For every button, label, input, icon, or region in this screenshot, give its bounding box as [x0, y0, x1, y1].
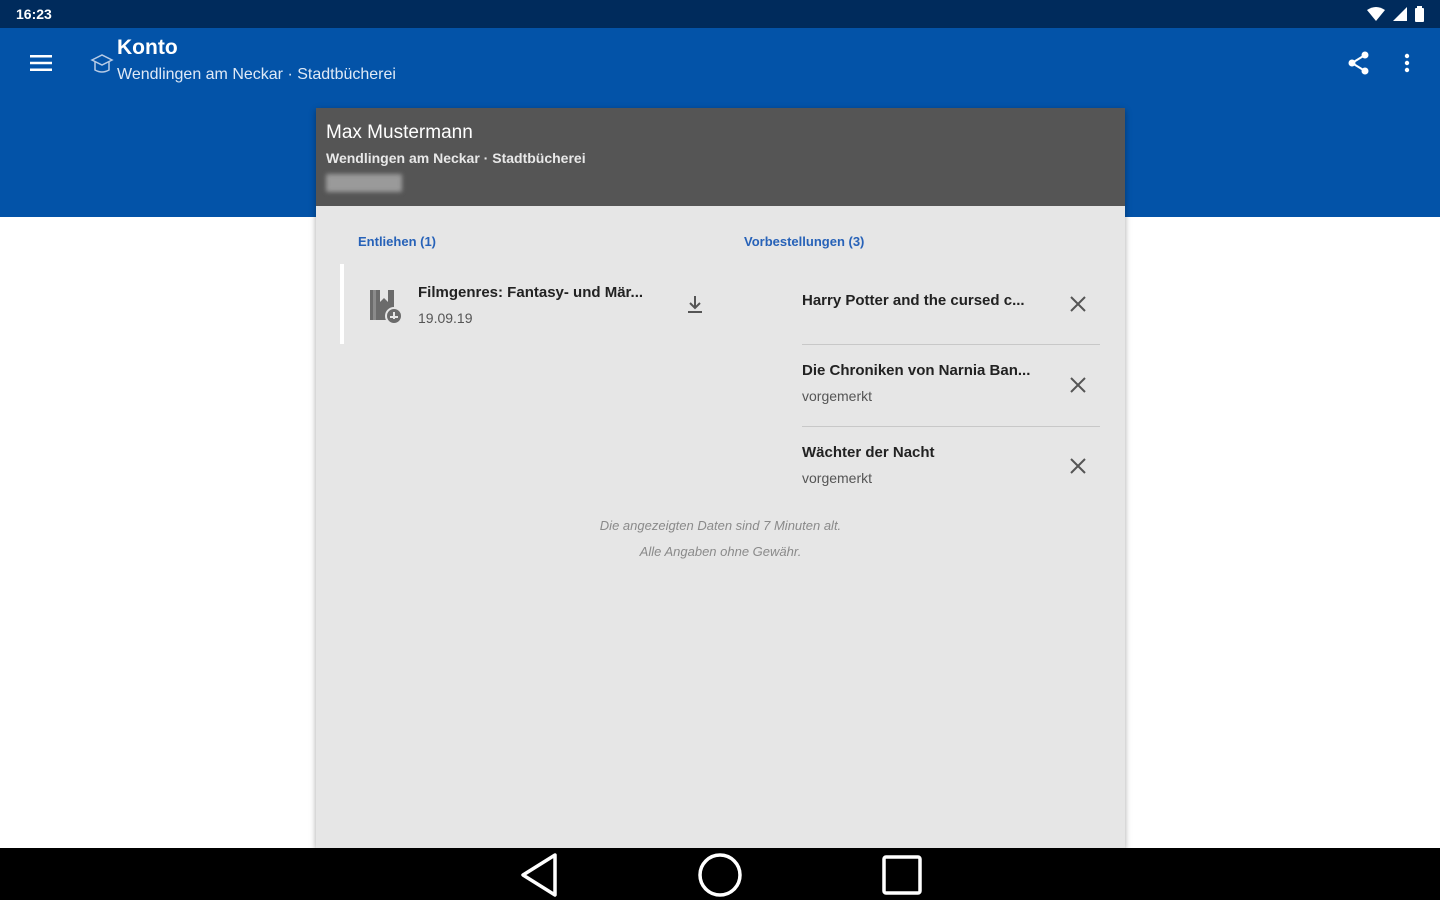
- lent-item-date: 19.09.19: [418, 310, 473, 326]
- reservations-section-title[interactable]: Vorbestellungen (3): [744, 234, 864, 249]
- lent-section-title[interactable]: Entliehen (1): [358, 234, 436, 249]
- account-header: Max Mustermann Wendlingen am Neckar · St…: [316, 108, 1125, 206]
- reservation-list-item[interactable]: Die Chroniken von Narnia Ban... vorgemer…: [802, 356, 1100, 428]
- disclaimer-note: Alle Angaben ohne Gewähr.: [639, 544, 802, 559]
- library-logo-icon: [88, 50, 116, 78]
- account-name: Max Mustermann: [326, 122, 473, 143]
- page-subtitle: Wendlingen am Neckar · Stadtbücherei: [117, 66, 396, 83]
- reservation-list-item[interactable]: Harry Potter and the cursed c...: [802, 286, 1100, 346]
- recents-icon[interactable]: [877, 852, 927, 898]
- close-icon[interactable]: [1064, 371, 1092, 399]
- wifi-icon: [1367, 7, 1385, 26]
- reservation-title: Die Chroniken von Narnia Ban...: [802, 362, 1031, 379]
- lent-item-title: Filmgenres: Fantasy- und Mär...: [418, 284, 644, 301]
- download-icon[interactable]: [682, 290, 708, 318]
- home-icon[interactable]: [695, 852, 745, 898]
- system-nav-bar: [0, 848, 1440, 900]
- more-vert-icon[interactable]: [1394, 48, 1420, 78]
- close-icon[interactable]: [1064, 290, 1092, 318]
- lent-list-item[interactable]: Filmgenres: Fantasy- und Mär... 19.09.19: [340, 264, 720, 344]
- page-title: Konto: [117, 36, 178, 59]
- status-time: 16:23: [16, 6, 52, 22]
- data-age-note: Die angezeigten Daten sind 7 Minuten alt…: [599, 518, 842, 533]
- ebook-download-icon: [366, 284, 404, 325]
- signal-icon: [1393, 7, 1407, 26]
- close-icon[interactable]: [1064, 452, 1092, 480]
- divider: [802, 344, 1100, 345]
- back-icon[interactable]: [514, 852, 564, 898]
- reservation-status: vorgemerkt: [802, 470, 873, 486]
- reservation-list-item[interactable]: Wächter der Nacht vorgemerkt: [802, 438, 1100, 498]
- hamburger-menu-icon[interactable]: [24, 48, 58, 78]
- reservation-status: vorgemerkt: [802, 388, 873, 404]
- account-card: Max Mustermann Wendlingen am Neckar · St…: [316, 108, 1125, 848]
- status-bar: 16:23: [0, 0, 1440, 28]
- share-icon[interactable]: [1344, 48, 1374, 78]
- reservation-title: Wächter der Nacht: [802, 444, 935, 461]
- battery-icon: [1415, 6, 1424, 27]
- reservation-title: Harry Potter and the cursed c...: [802, 292, 1025, 309]
- account-library: Wendlingen am Neckar · Stadtbücherei: [326, 150, 586, 166]
- status-icons: [1367, 6, 1424, 27]
- divider: [802, 426, 1100, 427]
- redacted-card-number: [326, 174, 402, 192]
